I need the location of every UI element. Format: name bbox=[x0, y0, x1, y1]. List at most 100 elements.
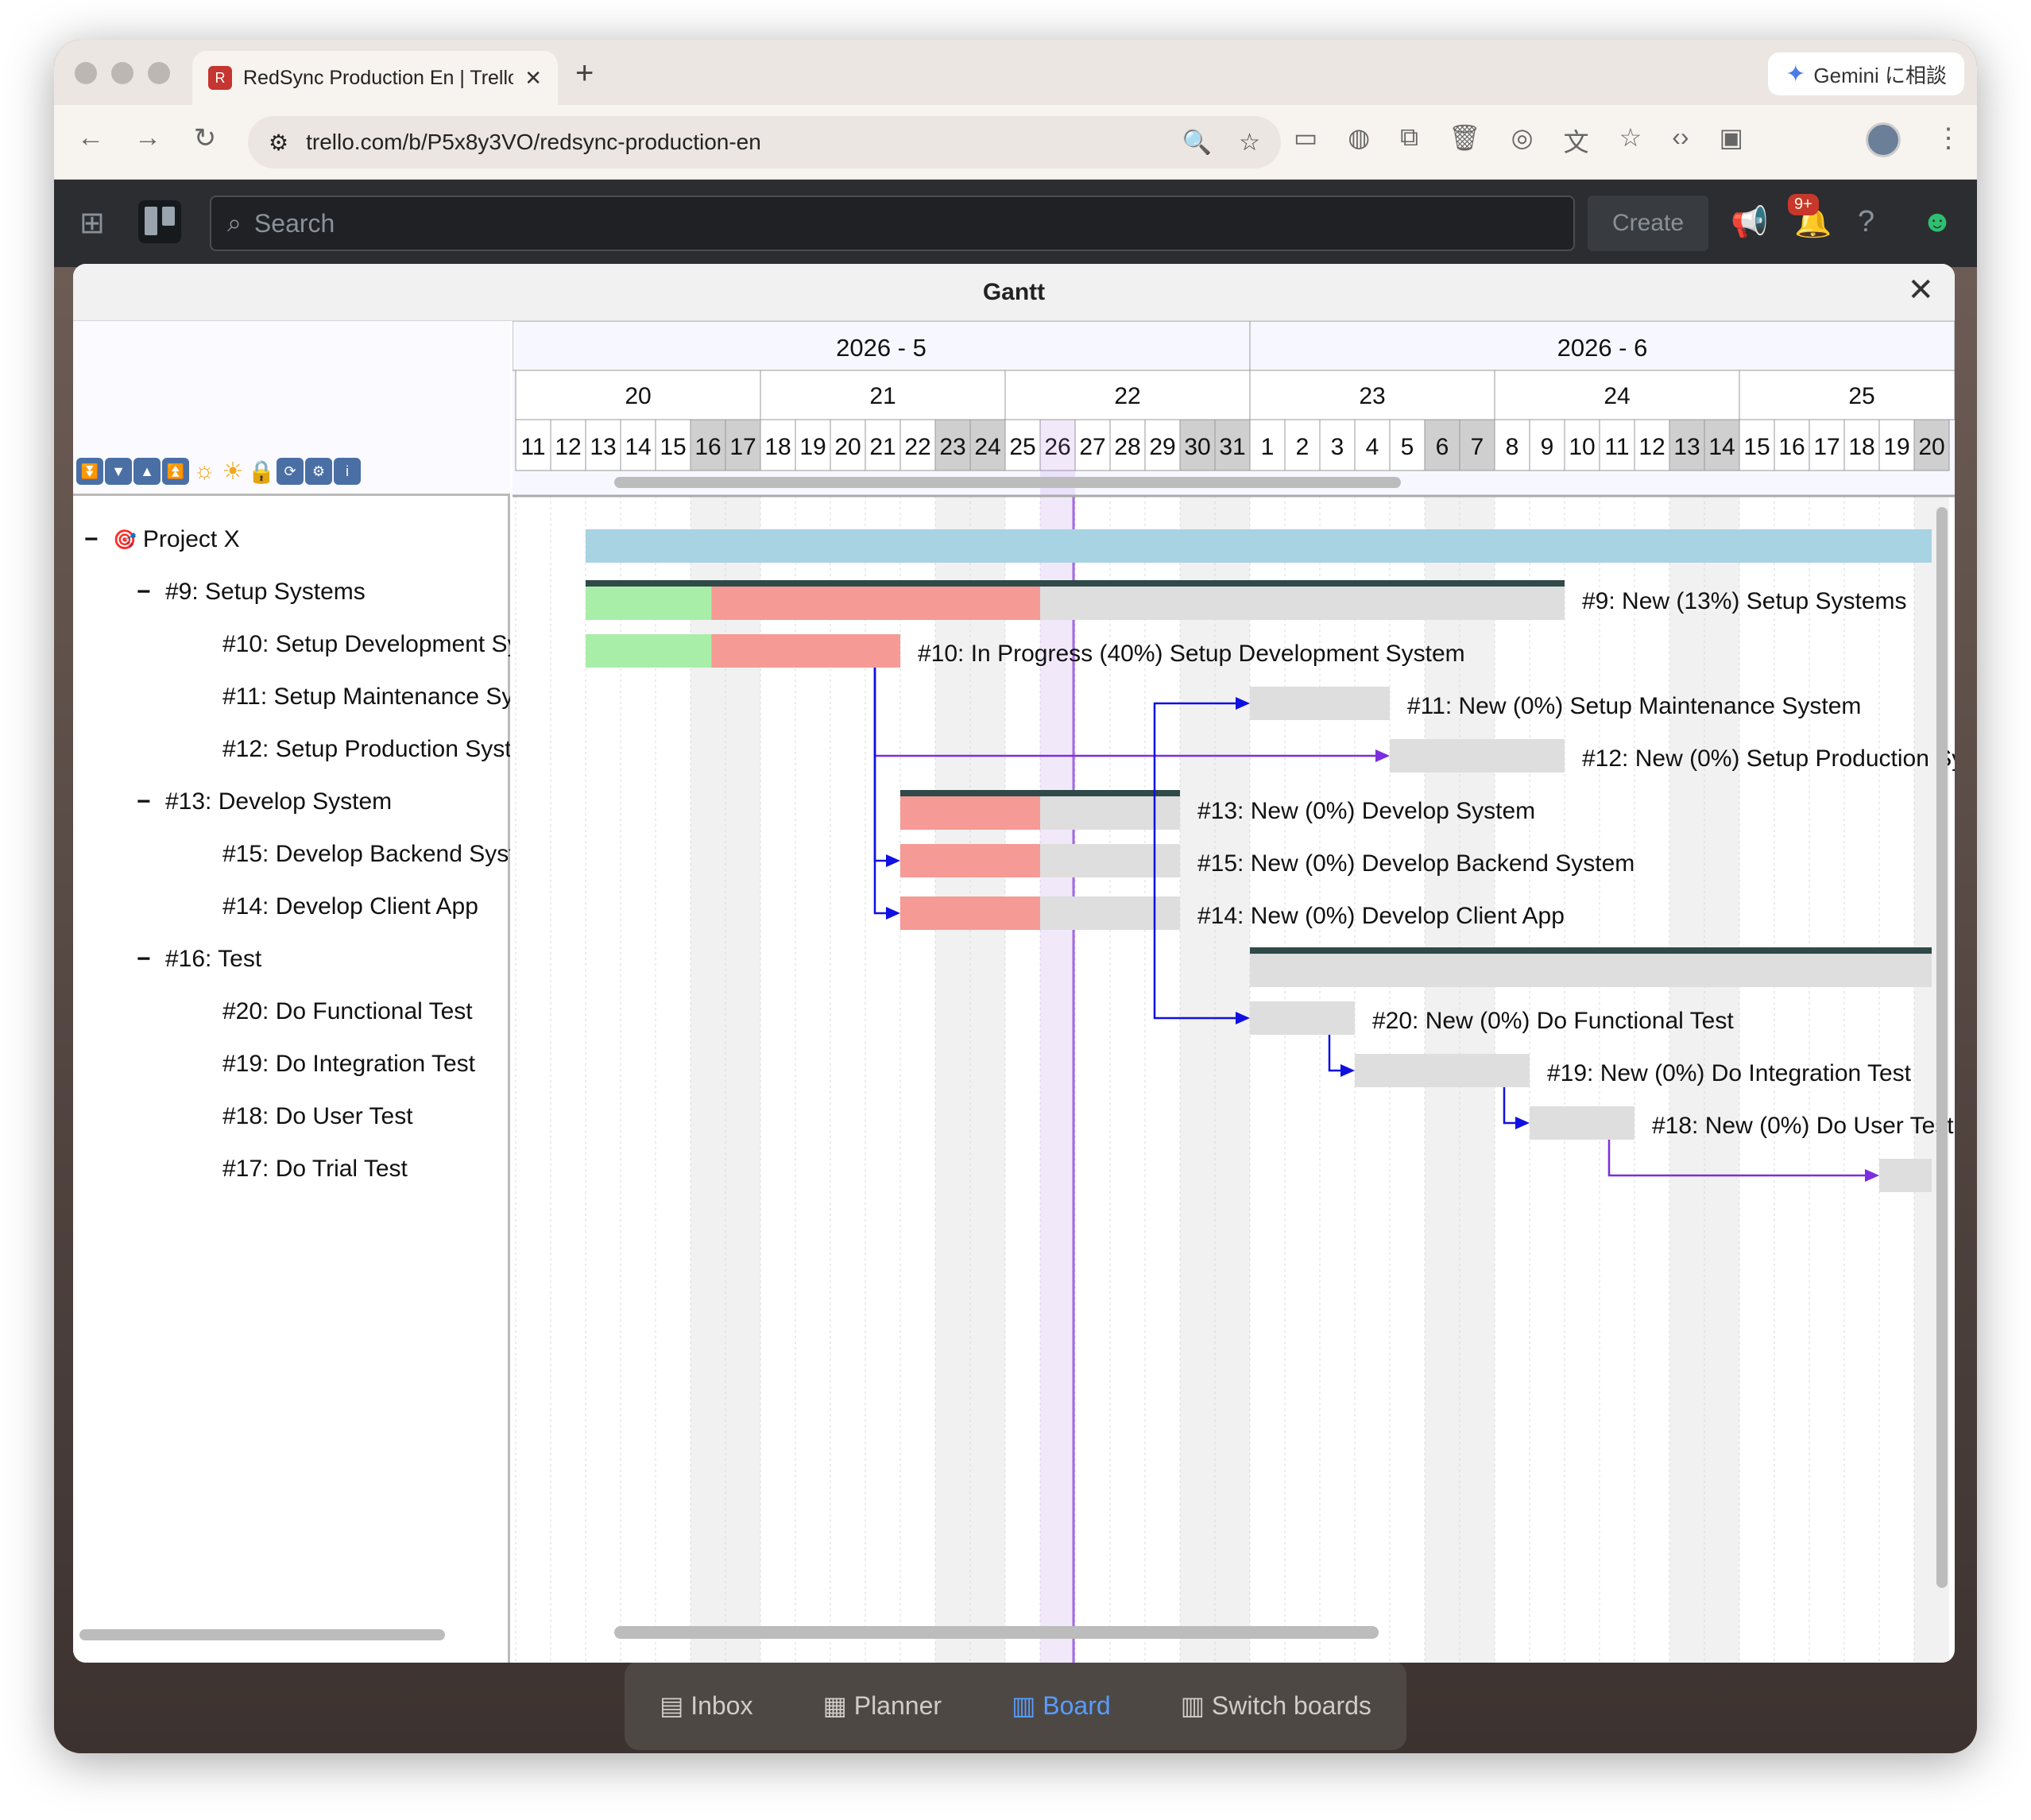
password-icon[interactable]: ◍ bbox=[1348, 122, 1370, 159]
nav-inbox[interactable]: ▤ Inbox bbox=[660, 1690, 752, 1721]
task-row[interactable]: #12: Setup Production System bbox=[73, 723, 510, 776]
task-name[interactable]: #19: Do Integration Test bbox=[222, 1051, 475, 1078]
trash-icon[interactable]: 🗑 bbox=[1449, 122, 1481, 159]
lock-icon[interactable]: 🔒 bbox=[248, 458, 276, 485]
zoom-icon[interactable]: 🔍 bbox=[1182, 129, 1212, 157]
task-name[interactable]: #13: Develop System bbox=[165, 788, 392, 815]
day-column bbox=[1215, 496, 1250, 1663]
day-label: 29 bbox=[1149, 434, 1175, 460]
task-name[interactable]: #11: Setup Maintenance System bbox=[222, 683, 510, 711]
vertical-scrollbar bbox=[1936, 507, 1948, 1588]
nav-switch-boards[interactable]: ▥ Switch boards bbox=[1181, 1690, 1371, 1721]
address-bar[interactable]: ⚙ trello.com/b/P5x8y3VO/redsync-producti… bbox=[248, 116, 1281, 168]
expand-icon[interactable]: ▼ bbox=[105, 458, 132, 485]
nav-planner[interactable]: ▦ Planner bbox=[823, 1690, 942, 1721]
browser-menu-icon[interactable]: ⋮ bbox=[1931, 122, 1966, 154]
minimize-window-button[interactable] bbox=[111, 62, 133, 84]
translate-icon[interactable]: 文 bbox=[1564, 122, 1589, 159]
search-input[interactable]: ⌕ Search bbox=[210, 196, 1575, 251]
task-row[interactable]: #17: Do Trial Test bbox=[73, 1143, 510, 1195]
late-segment bbox=[900, 896, 1040, 930]
task-row[interactable]: #19: Do Integration Test bbox=[73, 1038, 510, 1090]
forward-arrow-icon[interactable]: → bbox=[130, 122, 165, 153]
new-tab-icon[interactable]: + bbox=[575, 56, 594, 91]
collapse-toggle-icon[interactable]: − bbox=[137, 946, 165, 973]
megaphone-icon[interactable]: 📢 bbox=[1731, 205, 1768, 240]
day-label: 19 bbox=[799, 434, 826, 460]
reload-icon[interactable]: ↻ bbox=[188, 122, 222, 154]
day-label: 30 bbox=[1184, 434, 1210, 460]
lens-icon[interactable]: ◎ bbox=[1511, 122, 1534, 159]
browser-tab[interactable]: R RedSync Production En | Trello ✕ bbox=[192, 51, 558, 105]
site-settings-icon[interactable]: ⚙ bbox=[269, 130, 288, 156]
day-column bbox=[760, 496, 795, 1663]
close-modal-icon[interactable]: ✕ bbox=[1907, 272, 1934, 308]
task-name[interactable]: #14: Develop Client App bbox=[222, 893, 478, 920]
bottom-horizontal-scrollbar bbox=[614, 1626, 1379, 1639]
collapse-toggle-icon[interactable]: − bbox=[84, 526, 113, 553]
month-label: 2026 - 6 bbox=[1557, 334, 1648, 362]
back-arrow-icon[interactable]: ← bbox=[73, 122, 108, 153]
task-bar-label: #10: In Progress (40%) Setup Development… bbox=[918, 641, 1465, 667]
week-label: 25 bbox=[1848, 383, 1874, 409]
settings-gear-icon[interactable]: ⚙ bbox=[305, 458, 332, 485]
week-label: 23 bbox=[1359, 383, 1385, 409]
help-icon[interactable]: ? bbox=[1858, 205, 1874, 239]
task-name[interactable]: #18: Do User Test bbox=[222, 1103, 413, 1130]
day-label: 16 bbox=[694, 434, 721, 460]
task-row[interactable]: − #9: Setup Systems bbox=[73, 566, 510, 618]
expand-all-icon[interactable]: ⏬ bbox=[76, 458, 103, 485]
trello-logo[interactable] bbox=[138, 200, 181, 243]
collapse-icon[interactable]: ▲ bbox=[133, 458, 161, 485]
close-window-button[interactable] bbox=[75, 62, 97, 84]
task-row[interactable]: #20: Do Functional Test bbox=[73, 986, 510, 1038]
task-row[interactable]: #15: Develop Backend System bbox=[73, 828, 510, 881]
app-switcher-icon[interactable]: ⊞ bbox=[79, 205, 105, 241]
task-row[interactable]: − #16: Test bbox=[73, 933, 510, 986]
task-row[interactable]: #14: Develop Client App bbox=[73, 881, 510, 933]
profile-avatar[interactable] bbox=[1866, 122, 1901, 157]
task-name[interactable]: #10: Setup Development System bbox=[222, 631, 510, 658]
bookmark-star-icon[interactable]: ☆ bbox=[1239, 129, 1260, 157]
gemini-label: Gemini に相談 bbox=[1813, 63, 1947, 87]
gemini-button[interactable]: ✦ Gemini に相談 bbox=[1768, 52, 1964, 95]
favorites-icon[interactable]: ☆ bbox=[1619, 122, 1642, 159]
left-horizontal-scrollbar[interactable] bbox=[79, 1629, 445, 1640]
day-label: 31 bbox=[1219, 434, 1245, 460]
task-bar-label: #18: New (0%) Do User Test bbox=[1652, 1113, 1954, 1139]
week-label: 20 bbox=[625, 383, 651, 409]
collapse-toggle-icon[interactable]: − bbox=[137, 579, 165, 606]
sun-large-icon[interactable]: ☀ bbox=[219, 458, 246, 485]
task-row[interactable]: − #13: Develop System bbox=[73, 776, 510, 828]
day-label: 3 bbox=[1331, 434, 1344, 460]
devtools-code-icon[interactable]: ‹› bbox=[1672, 122, 1689, 159]
trello-header: ⊞ ⌕ Search Create 📢 🔔 9+ ? ☻ bbox=[54, 180, 1977, 267]
task-name[interactable]: #16: Test bbox=[165, 946, 261, 973]
task-name[interactable]: #17: Do Trial Test bbox=[222, 1156, 408, 1183]
week-label: 21 bbox=[869, 383, 896, 409]
collapse-all-icon[interactable]: ⏫ bbox=[162, 458, 189, 485]
create-button[interactable]: Create bbox=[1588, 196, 1708, 251]
extensions-puzzle-icon[interactable]: ⧉ bbox=[1400, 122, 1418, 159]
refresh-icon[interactable]: ⟳ bbox=[277, 458, 304, 485]
collapse-toggle-icon[interactable]: − bbox=[137, 788, 165, 815]
task-name[interactable]: #9: Setup Systems bbox=[165, 579, 366, 606]
day-label: 7 bbox=[1471, 434, 1484, 460]
task-row[interactable]: #18: Do User Test bbox=[73, 1090, 510, 1143]
task-row[interactable]: #10: Setup Development System bbox=[73, 618, 510, 671]
task-name[interactable]: #20: Do Functional Test bbox=[222, 998, 473, 1025]
user-avatar-icon[interactable]: ☻ bbox=[1921, 205, 1953, 239]
zoom-window-button[interactable] bbox=[148, 62, 170, 84]
task-name[interactable]: #12: Setup Production System bbox=[222, 736, 510, 763]
screenshot-icon[interactable]: ▭ bbox=[1294, 122, 1317, 159]
nav-board[interactable]: ▥ Board bbox=[1012, 1690, 1111, 1721]
task-name[interactable]: Project X bbox=[143, 526, 240, 553]
close-tab-icon[interactable]: ✕ bbox=[524, 66, 542, 91]
info-icon[interactable]: i bbox=[334, 458, 361, 485]
task-row[interactable]: − 🎯 Project X bbox=[73, 513, 510, 566]
task-row[interactable]: #11: Setup Maintenance System bbox=[73, 671, 510, 723]
tab-search-icon[interactable]: ▣ bbox=[1720, 122, 1743, 159]
sun-small-icon[interactable]: ☼ bbox=[191, 458, 218, 485]
day-label: 1 bbox=[1261, 434, 1275, 460]
task-name[interactable]: #15: Develop Backend System bbox=[222, 841, 510, 868]
